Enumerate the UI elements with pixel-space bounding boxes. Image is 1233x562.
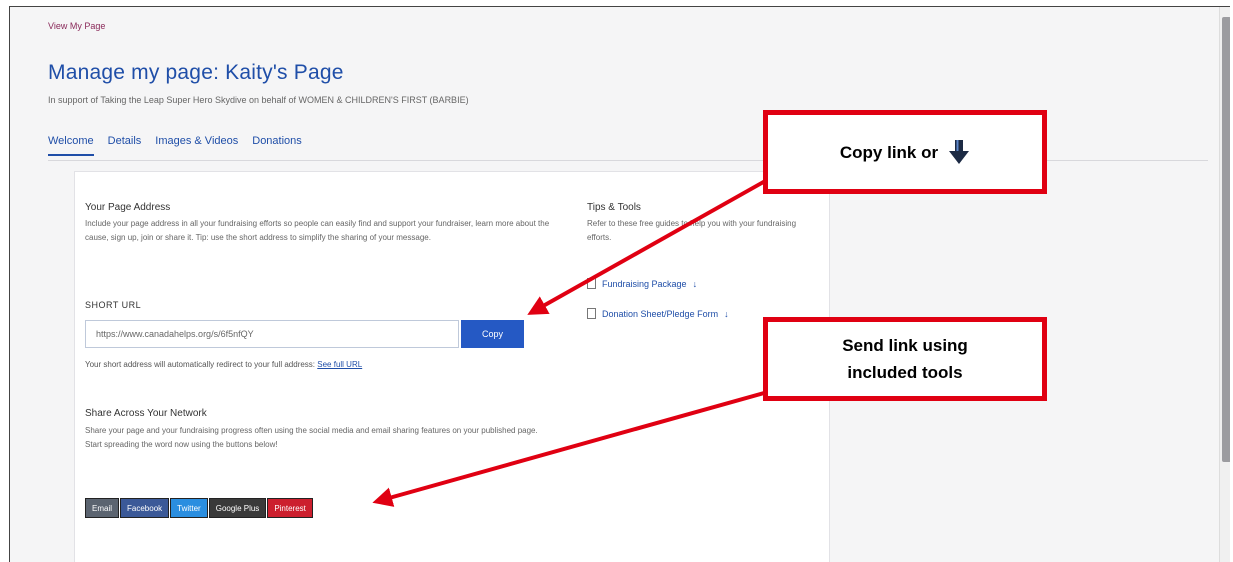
tab-welcome[interactable]: Welcome <box>48 135 94 156</box>
short-url-note-text: Your short address will automatically re… <box>85 360 318 369</box>
short-url-field[interactable] <box>85 320 459 348</box>
share-google-plus-button[interactable]: Google Plus <box>208 498 267 518</box>
copy-button[interactable]: Copy <box>461 320 524 348</box>
copy-link-callout-text: Copy link or <box>839 142 939 162</box>
document-icon <box>587 308 596 319</box>
page-title: Manage my page: Kaity's Page <box>48 61 344 84</box>
tips-title: Tips & Tools <box>587 202 641 213</box>
short-url-label: SHORT URL <box>85 300 142 310</box>
download-icon: ↓ <box>724 308 729 319</box>
tips-description: Refer to these free guides to help you w… <box>587 219 797 242</box>
browser-viewport: View My Page Manage my page: Kaity's Pag… <box>9 6 1230 562</box>
tab-images-videos[interactable]: Images & Videos <box>155 135 238 156</box>
document-icon <box>587 278 596 289</box>
send-link-callout-line1: Send link using <box>842 336 968 355</box>
share-facebook-button[interactable]: Facebook <box>120 498 170 518</box>
download-icon: ↓ <box>692 278 698 289</box>
share-description: Share your page and your fundraising pro… <box>85 426 538 449</box>
share-twitter-button[interactable]: Twitter <box>170 498 208 518</box>
share-buttons: Email Facebook Twitter Google Plus Pinte… <box>85 498 314 518</box>
donation-sheet-link[interactable]: Donation Sheet/Pledge Form ↓ <box>587 308 729 319</box>
send-link-callout-line2: included tools <box>847 363 963 382</box>
fundraising-package-label: Fundraising Package <box>602 278 687 289</box>
page-address-title: Your Page Address <box>85 202 171 213</box>
scrollbar-thumb[interactable] <box>1222 17 1230 462</box>
send-link-callout: Send link using included tools <box>763 317 1047 401</box>
share-email-button[interactable]: Email <box>85 498 120 518</box>
share-pinterest-button[interactable]: Pinterest <box>267 498 313 518</box>
view-my-page-link[interactable]: View My Page <box>48 21 105 31</box>
short-url-note: Your short address will automatically re… <box>85 360 362 369</box>
share-title: Share Across Your Network <box>85 408 207 419</box>
tab-details[interactable]: Details <box>108 135 142 156</box>
page-address-description: Include your page address in all your fu… <box>85 219 550 242</box>
donation-sheet-label: Donation Sheet/Pledge Form <box>602 308 719 319</box>
tab-donations[interactable]: Donations <box>252 135 302 156</box>
welcome-card: Your Page Address Include your page addr… <box>74 171 830 562</box>
see-full-url-link[interactable]: See full URL <box>317 360 362 369</box>
manage-tabs: Welcome Details Images & Videos Donation… <box>48 135 302 156</box>
fundraising-package-link[interactable]: Fundraising Package ↓ <box>587 278 697 289</box>
down-arrow-icon <box>949 140 970 164</box>
copy-link-callout: Copy link or <box>763 110 1047 194</box>
page-subtitle: In support of Taking the Leap Super Hero… <box>48 95 469 105</box>
